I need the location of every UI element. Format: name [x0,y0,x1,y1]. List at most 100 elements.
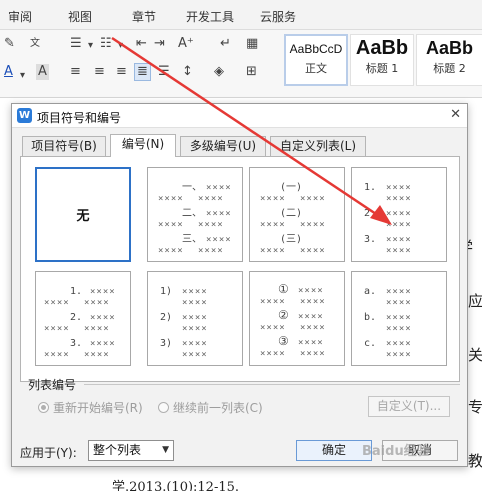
placeholder: ×××× [84,324,110,334]
ribbon-tab-view[interactable]: 视图 [68,8,92,25]
marker: 3) [160,338,173,349]
line-spacing-icon[interactable]: ↕ [182,64,193,80]
align-left-icon[interactable]: ≡ [70,64,81,80]
placeholder: ×××× [300,194,326,204]
placeholder: ×××× [84,298,110,308]
placeholder: ×××× [300,323,326,333]
ribbon-tab-review[interactable]: 审阅 [8,8,32,25]
ribbon-tab-section[interactable]: 章节 [132,8,156,25]
text-size-icon[interactable]: A⁺ [178,36,194,52]
font-color-icon[interactable]: A [4,64,13,80]
style-heading-1[interactable]: AaBb 标题 1 [350,34,414,86]
placeholder: ×××× [298,312,324,322]
decrease-indent-icon[interactable]: ⇤ [136,36,147,52]
marker: 2) [160,312,173,323]
placeholder: ×××× [386,313,412,323]
placeholder: ×××× [206,235,232,245]
align-right-icon[interactable]: ≡ [116,64,127,80]
numbered-list-dropdown-icon[interactable]: ▾ [118,38,123,54]
paint-bucket-icon[interactable]: ◈ [214,64,224,80]
marker: 3. [70,338,83,349]
customize-button[interactable]: 自定义(T)... [368,396,450,417]
placeholder: ×××× [44,324,70,334]
numbering-option-decimal[interactable]: 1. ×××× ×××× 2. ×××× ×××× 3. ×××× ×××× [351,167,447,262]
font-color-dropdown-icon[interactable]: ▾ [20,68,25,84]
placeholder: ×××× [182,287,208,297]
placeholder: ×××× [84,350,110,360]
numbering-option-circled[interactable]: ① ×××× ×××× ×××× ② ×××× ×××× ×××× ③ ××××… [249,271,345,366]
placeholder: ×××× [90,339,116,349]
marker: ② [278,308,289,322]
numbering-option-paren-decimal[interactable]: 1) ×××× ×××× 2) ×××× ×××× 3) ×××× ×××× [147,271,243,366]
placeholder: ×××× [300,220,326,230]
placeholder: ×××× [182,298,208,308]
placeholder: ×××× [300,246,326,256]
placeholder: ×××× [206,183,232,193]
numbering-option-decimal-indented[interactable]: 1. ×××× ×××× ×××× 2. ×××× ×××× ×××× 3. ×… [35,271,131,366]
marker: a. [364,286,377,297]
placeholder: ×××× [44,298,70,308]
ribbon-tab-developer[interactable]: 开发工具 [186,8,234,25]
marker: 二、 [182,208,202,219]
placeholder: ×××× [300,297,326,307]
char-shading-icon[interactable]: A [36,64,49,80]
marker: 3. [364,234,377,245]
placeholder: ×××× [386,209,412,219]
tab-multilevel[interactable]: 多级编号(U) [180,136,266,156]
section-divider [84,384,460,385]
numbering-option-lowercase[interactable]: a. ×××× ×××× b. ×××× ×××× c. ×××× ×××× [351,271,447,366]
restart-numbering-radio[interactable]: 重新开始编号(R) [38,399,143,416]
dialog-title-bar[interactable]: W 项目符号和编号 ✕ [12,104,467,128]
placeholder: ×××× [260,220,286,230]
bullet-list-dropdown-icon[interactable]: ▾ [88,38,93,54]
placeholder: ×××× [386,287,412,297]
style-normal[interactable]: AaBbCcD 正文 [284,34,348,86]
doc-text-fragment-2: 应 [468,292,482,310]
numbering-gallery-panel: 无 一、 ×××× ×××× ×××× 二、 ×××× ×××× ×××× 三、… [20,156,460,382]
applies-to-select[interactable]: 整个列表 ▼ [88,440,174,461]
continue-list-radio[interactable]: 继续前一列表(C) [158,399,263,416]
dialog-title: 项目符号和编号 [37,111,122,125]
marker: 三、 [182,234,202,245]
numbering-option-chinese[interactable]: 一、 ×××× ×××× ×××× 二、 ×××× ×××× ×××× 三、 ×… [147,167,243,262]
style-heading-2[interactable]: AaBb 标题 2 [416,34,482,86]
paragraph-mark-icon[interactable]: ↵ [220,36,231,52]
border-icon[interactable]: ⊞ [246,64,257,80]
applies-to-label: 应用于(Y): [20,446,77,460]
table-grid-icon[interactable]: ▦ [246,36,258,52]
ok-button[interactable]: 确定 [296,440,372,461]
justify-icon[interactable]: ≣ [134,63,151,81]
doc-text-fragment-3: 关 [468,346,482,364]
placeholder: ×××× [260,349,286,359]
placeholder: ×××× [386,298,412,308]
numbered-list-icon[interactable]: ☷ [100,36,112,52]
tab-bullets[interactable]: 项目符号(B) [22,136,106,156]
bullet-list-icon[interactable]: ☰ [70,36,82,52]
clear-format-icon[interactable]: ✎ [4,36,15,52]
close-icon[interactable]: ✕ [450,107,461,122]
placeholder: ×××× [198,246,224,256]
tab-numbering[interactable]: 编号(N) [110,134,176,157]
style-normal-name: 正文 [305,62,327,75]
marker: ① [278,282,289,296]
list-numbering-label: 列表编号 [28,378,77,392]
placeholder: ×××× [182,339,208,349]
doc-text-fragment-5: 教 [468,452,482,470]
align-center-icon[interactable]: ≡ [94,64,105,80]
numbering-option-none[interactable]: 无 [35,167,131,262]
increase-indent-icon[interactable]: ⇥ [154,36,165,52]
numbering-option-paren-chinese[interactable]: (一) ×××× ×××× (二) ×××× ×××× (三) ×××× ×××… [249,167,345,262]
placeholder: ×××× [90,313,116,323]
placeholder: ×××× [260,246,286,256]
marker: ③ [278,334,289,348]
distributed-align-icon[interactable]: ☰ [158,64,170,80]
radio-selected-icon [38,402,49,413]
pinyin-icon[interactable]: 文 [30,36,40,52]
placeholder: ×××× [90,287,116,297]
none-label: 无 [76,209,90,224]
doc-text-fragment-4: 专 [468,398,482,416]
ribbon-tab-cloud[interactable]: 云服务 [260,8,296,25]
wps-app-icon: W [17,108,32,123]
tab-custom-list[interactable]: 自定义列表(L) [270,136,366,156]
placeholder: ×××× [386,235,412,245]
